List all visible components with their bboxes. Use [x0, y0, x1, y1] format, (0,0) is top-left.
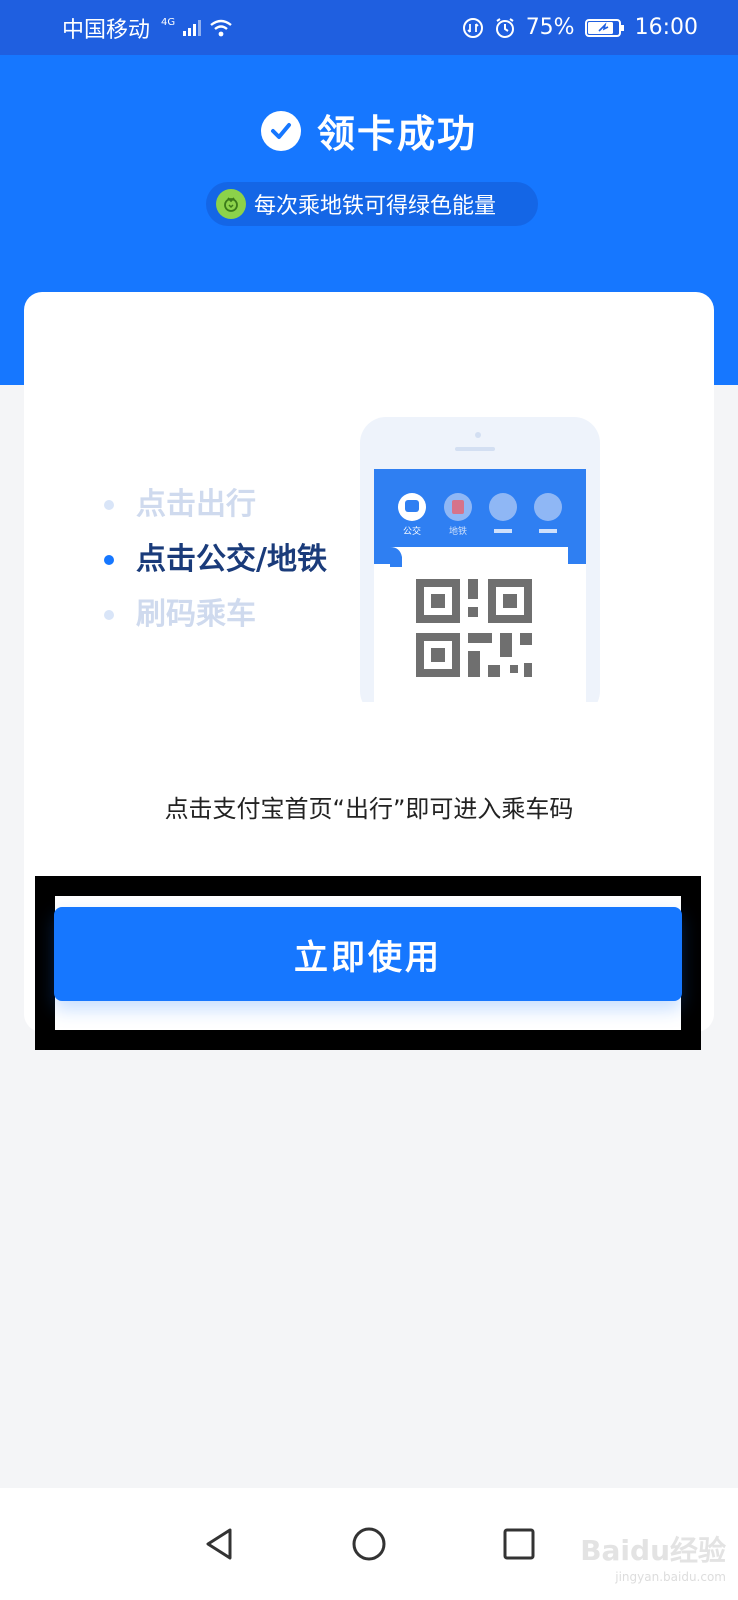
home-nav-button[interactable]	[349, 1524, 389, 1564]
alarm-icon	[494, 17, 516, 39]
carrier-name: 中国移动	[62, 17, 151, 43]
status-bar: 中国移动 4G 75% 16:00	[0, 0, 738, 55]
network-type: 4G	[161, 17, 176, 28]
energy-tip-text: 每次乘地铁可得绿色能量	[254, 194, 497, 219]
back-triangle-icon	[206, 1528, 232, 1560]
screen: 中国移动 4G 75% 16:00 领卡成功 每次乘地铁可得绿色能量 点击出行 …	[0, 0, 738, 1600]
step-dot	[104, 499, 114, 510]
clock-time: 16:00	[634, 15, 698, 40]
watermark-url: jingyan.baidu.com	[615, 1570, 726, 1584]
wifi-icon	[209, 19, 233, 37]
instruction-text: 点击支付宝首页“出行”即可进入乘车码	[164, 795, 574, 823]
recents-square-icon	[503, 1528, 535, 1560]
energy-tip-pill: 每次乘地铁可得绿色能量	[206, 182, 538, 226]
step-dot	[104, 609, 114, 620]
signal-icon	[183, 19, 202, 36]
battery-percent: 75%	[525, 15, 575, 40]
status-left: 中国移动 4G	[62, 12, 233, 44]
watermark-brand: Baidu经验	[580, 1534, 726, 1567]
use-now-button[interactable]: 立即使用	[54, 907, 682, 1001]
step-item-2: 点击公交/地铁	[104, 532, 327, 587]
page-title: 领卡成功	[316, 112, 477, 156]
home-circle-icon	[352, 1527, 386, 1561]
phone-tab-bus: 公交	[403, 525, 421, 537]
back-nav-button[interactable]	[199, 1524, 239, 1564]
success-check-icon	[260, 110, 301, 151]
recents-nav-button[interactable]	[499, 1524, 539, 1564]
green-energy-icon	[216, 189, 246, 219]
step-dot	[104, 554, 114, 565]
data-saver-icon	[462, 17, 484, 39]
success-title: 领卡成功	[0, 103, 738, 158]
battery-icon	[584, 18, 625, 38]
status-right: 75% 16:00	[462, 15, 698, 40]
baidu-watermark: Baidu经验 jingyan.baidu.com	[580, 1534, 726, 1590]
step-label: 点击出行	[136, 487, 256, 522]
step-label: 刷码乘车	[136, 597, 256, 632]
phone-illustration: 公交 地铁	[360, 417, 600, 702]
phone-tab-metro: 地铁	[449, 525, 467, 537]
step-item-3: 刷码乘车	[104, 587, 327, 642]
step-item-1: 点击出行	[104, 477, 327, 532]
step-label: 点击公交/地铁	[136, 542, 327, 577]
step-list: 点击出行 点击公交/地铁 刷码乘车	[104, 477, 327, 642]
